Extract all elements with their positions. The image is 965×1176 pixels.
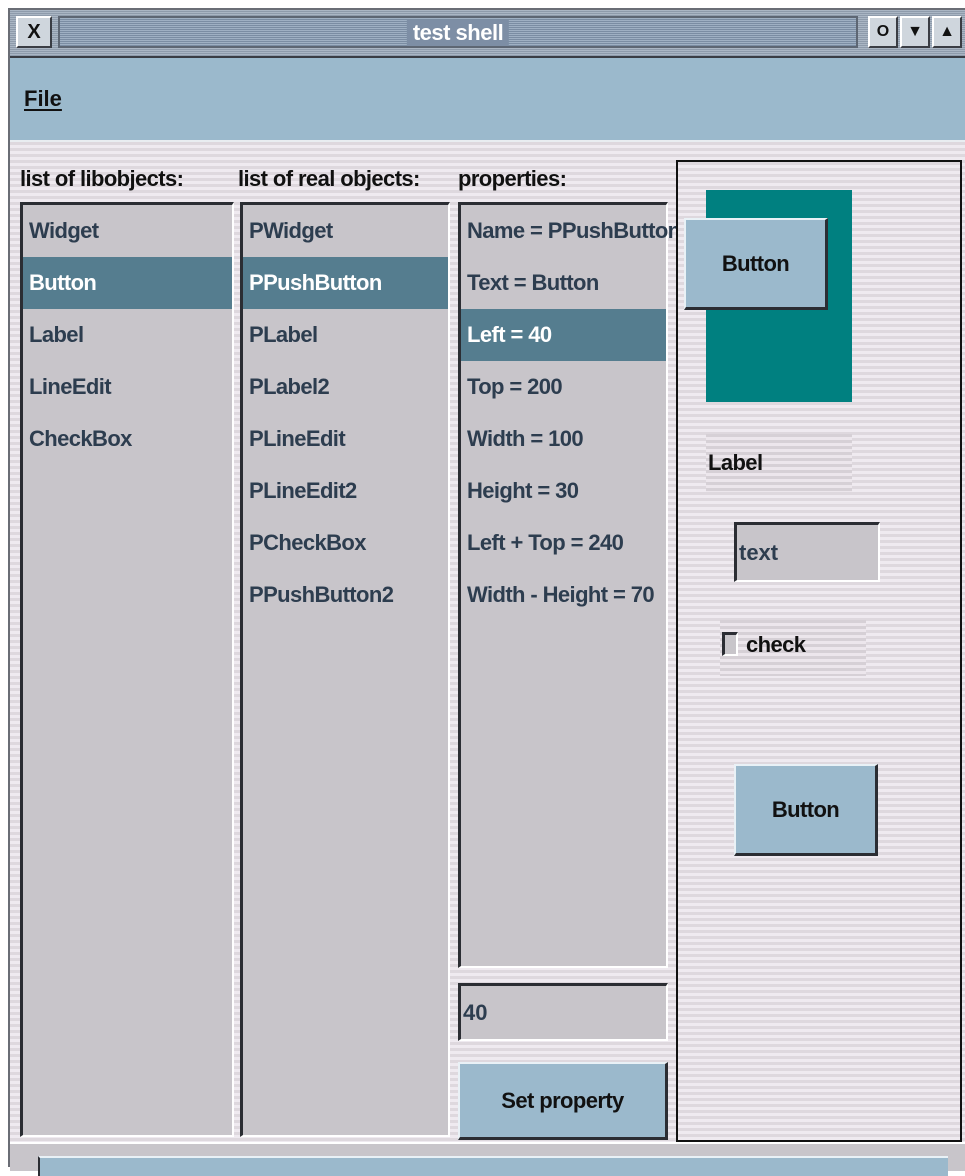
list-item[interactable]: PCheckBox — [243, 517, 448, 569]
minimize-icon: O — [876, 23, 890, 40]
list-item[interactable]: PLabel — [243, 309, 448, 361]
list-item[interactable]: Button — [23, 257, 232, 309]
preview-panel: Button Label text check Button — [676, 160, 962, 1142]
title-area[interactable]: test shell — [58, 16, 858, 48]
list-item[interactable]: Left = 40 — [461, 309, 666, 361]
preview-lineedit[interactable]: text — [734, 522, 880, 582]
property-value-field[interactable]: 40 — [458, 983, 668, 1041]
preview-label: Label — [706, 434, 852, 492]
preview-button-1-label: Button — [721, 250, 790, 276]
list-item[interactable]: PWidget — [243, 205, 448, 257]
list-item[interactable]: PLineEdit — [243, 413, 448, 465]
libobjects-items: Widget Button Label LineEdit CheckBox — [23, 205, 232, 465]
list-item[interactable]: LineEdit — [23, 361, 232, 413]
close-icon: X — [27, 20, 41, 43]
list-item[interactable]: Height = 30 — [461, 465, 666, 517]
minimize-button[interactable]: O — [868, 16, 898, 48]
title-bar[interactable]: X test shell O ▼ ▲ — [10, 10, 965, 58]
preview-button-1[interactable]: Button — [684, 218, 828, 310]
list-item[interactable]: PPushButton2 — [243, 569, 448, 621]
list-item[interactable]: Text = Button — [461, 257, 666, 309]
menu-bar: File — [10, 58, 965, 142]
list-item[interactable]: Name = PPushButton — [461, 205, 681, 257]
checkbox-icon[interactable] — [722, 632, 738, 656]
realobjects-items: PWidget PPushButton PLabel PLabel2 PLineEdit… — [243, 205, 448, 621]
list-item[interactable]: Top = 200 — [461, 361, 666, 413]
maximize-button[interactable]: ▲ — [932, 16, 962, 48]
set-property-button[interactable]: Set property — [458, 1062, 668, 1140]
preview-lineedit-value: text — [739, 539, 779, 565]
chevron-down-icon: ▼ — [907, 23, 923, 40]
close-window-button[interactable]: X — [16, 16, 52, 48]
properties-list[interactable]: Name = PPushButton Text = Button Left = 40… — [458, 202, 681, 968]
preview-checkbox-label: check — [746, 632, 806, 657]
list-item[interactable]: PLabel2 — [243, 361, 448, 413]
menu-file[interactable]: File — [24, 86, 62, 112]
realobjects-caption: list of real objects: — [238, 166, 420, 191]
preview-button-2-label: Button — [771, 796, 840, 822]
preview-label-text: Label — [708, 450, 763, 475]
set-property-label: Set property — [501, 1087, 624, 1113]
list-item[interactable]: Width = 100 — [461, 413, 666, 465]
list-item[interactable]: Label — [23, 309, 232, 361]
list-item[interactable]: Widget — [23, 205, 232, 257]
libobjects-list[interactable]: Widget Button Label LineEdit CheckBox — [20, 202, 234, 1137]
property-value-text: 40 — [463, 999, 488, 1025]
realobjects-list[interactable]: PWidget PPushButton PLabel PLabel2 PLineEdit… — [240, 202, 450, 1137]
list-item[interactable]: PLineEdit2 — [243, 465, 448, 517]
main-area: list of libobjects: Widget Button Label Lin… — [10, 142, 965, 1142]
libobjects-caption: list of libobjects: — [20, 166, 184, 191]
app-window: X test shell O ▼ ▲ File list of libobjec… — [8, 8, 965, 1176]
list-item[interactable]: CheckBox — [23, 413, 232, 465]
status-field — [38, 1156, 948, 1176]
preview-checkbox[interactable]: check — [720, 620, 866, 676]
list-item[interactable]: Left + Top = 240 — [461, 517, 666, 569]
preview-button-2[interactable]: Button — [734, 764, 878, 856]
properties-items: Name = PPushButton Text = Button Left = 40… — [461, 205, 681, 621]
properties-caption: properties: — [458, 166, 567, 191]
window-title: test shell — [406, 20, 510, 46]
chevron-up-icon: ▲ — [939, 23, 955, 40]
list-item[interactable]: PPushButton — [243, 257, 448, 309]
list-item[interactable]: Width - Height = 70 — [461, 569, 666, 621]
window-menu-button[interactable]: ▼ — [900, 16, 930, 48]
